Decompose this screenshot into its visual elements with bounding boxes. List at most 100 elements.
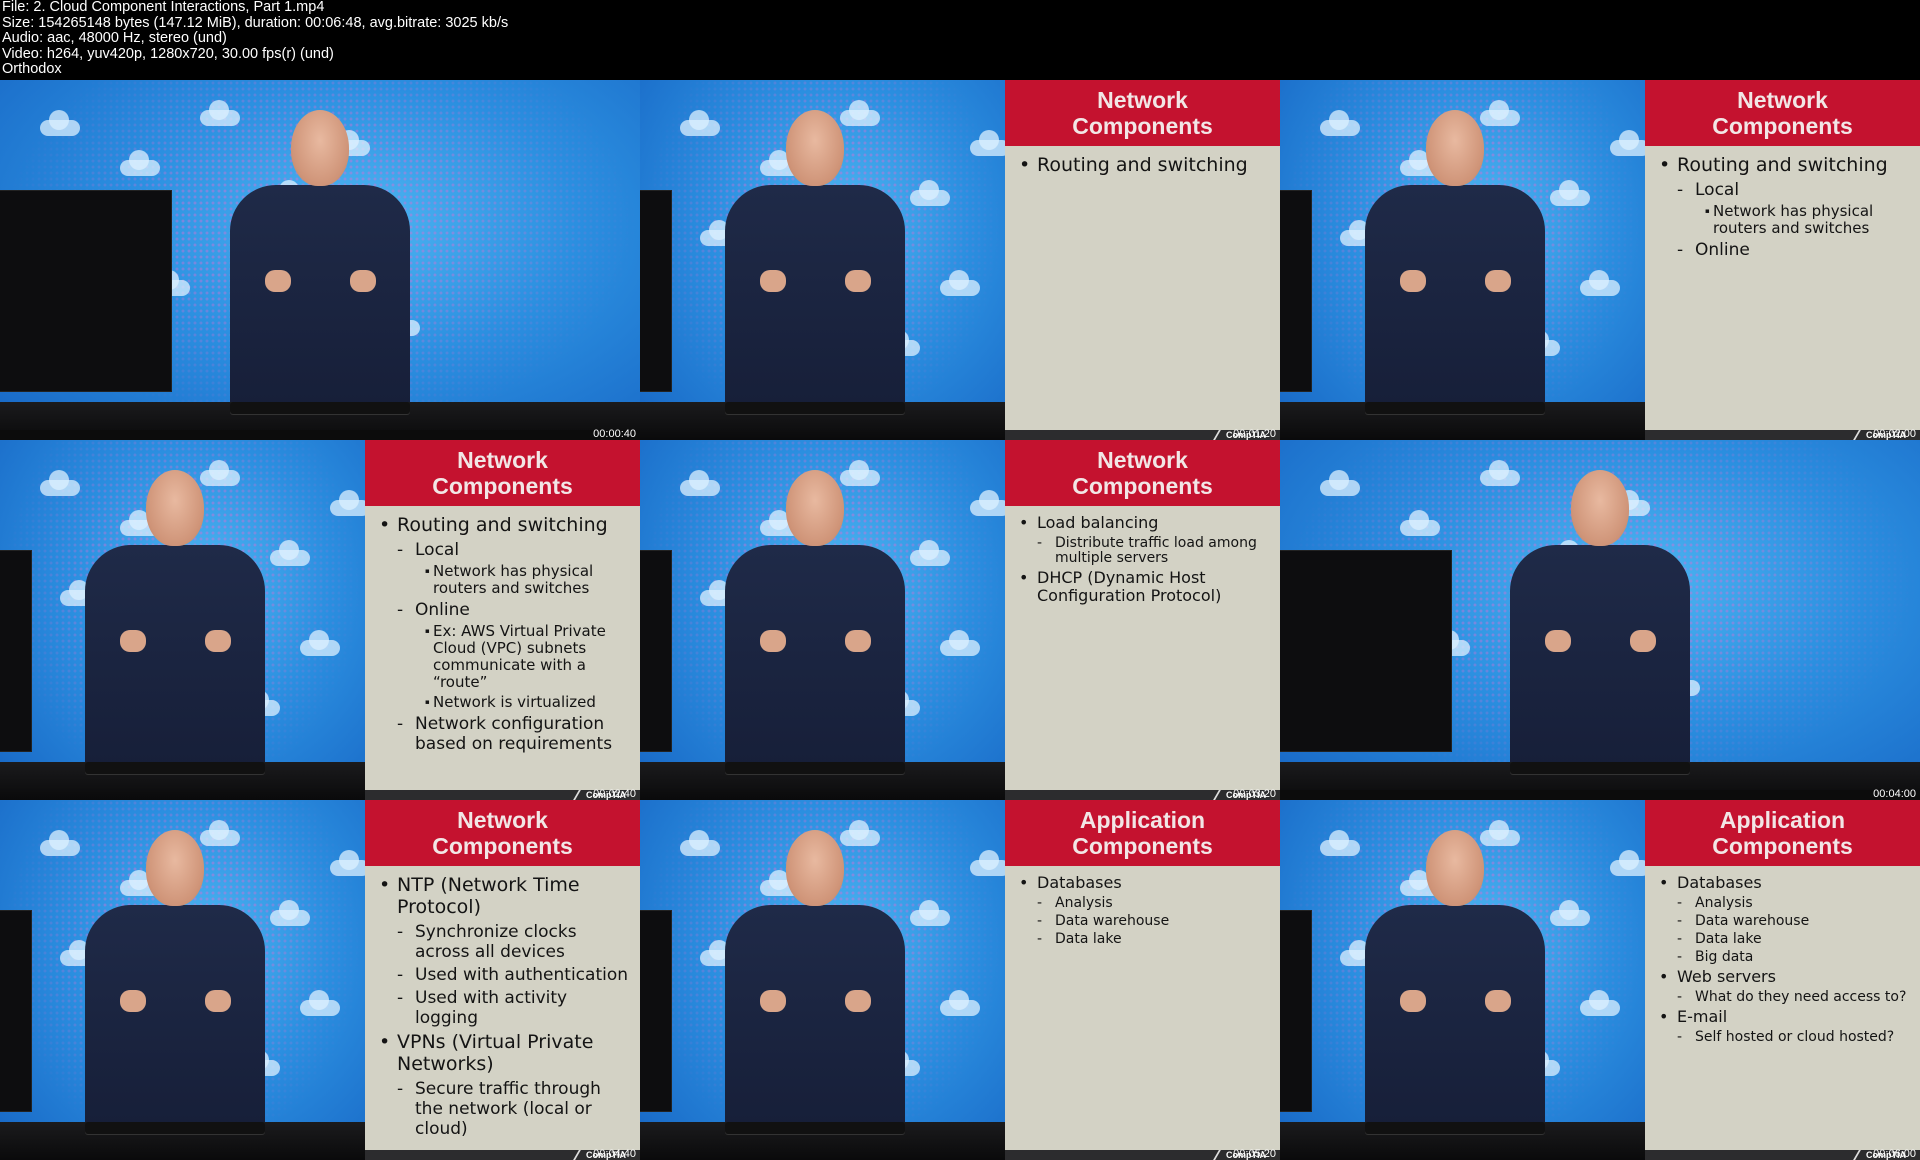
presenter-hand (760, 270, 787, 292)
slide-bullet-level-1: VPNs (Virtual Private Networks) (379, 1031, 632, 1075)
presenter-hand (205, 990, 232, 1012)
slide-bullet-level-2: Local (379, 540, 632, 560)
footer-slash-icon (1853, 430, 1861, 440)
video-frame-thumbnail[interactable]: NetworkComponents Routing and switching Lo… (0, 440, 640, 800)
video-info: Video: h264, yuv420p, 1280x720, 30.00 fp… (2, 45, 334, 62)
slide-bullet-level-3: Network has physical routers and switche… (1659, 203, 1912, 237)
presenter-hand (1485, 990, 1512, 1012)
slide-bullet-list: Databases Analysis Data warehouse Data lake… (1645, 866, 1920, 1046)
slide-bullet-level-1: Routing and switching (1659, 154, 1912, 176)
file-info-header: File: 2. Cloud Component Interactions, P… (0, 0, 1920, 80)
slide-bullet-level-1: Web servers (1659, 968, 1912, 987)
presenter (640, 80, 1005, 440)
footer-slash-icon (573, 790, 581, 800)
video-frame-thumbnail[interactable]: NetworkComponents Routing and switching Lo… (1280, 80, 1920, 440)
thumbnail-grid: 00:00:40NetworkComponentsRouting and swi… (0, 80, 1920, 1160)
presenter-scene (640, 800, 1005, 1160)
frame-timestamp: 00:02:40 (593, 788, 636, 800)
presenter-hand (1400, 990, 1427, 1012)
presenter-head (1426, 830, 1485, 906)
presenter-hand (845, 990, 872, 1012)
slide-title-line: Network (1097, 447, 1188, 473)
presenter-hand (845, 270, 872, 292)
keyboard (725, 762, 906, 774)
slide-bullet-level-1: NTP (Network Time Protocol) (379, 874, 632, 918)
presenter-scene (1280, 80, 1645, 440)
slide-bullet-level-2: Self hosted or cloud hosted? (1659, 1030, 1912, 1046)
slide-bullet-level-2: What do they need access to? (1659, 990, 1912, 1006)
frame-timestamp: 00:00:40 (593, 428, 636, 440)
slide-title-line: Components (1712, 113, 1853, 139)
footer-slash-icon (573, 1150, 581, 1160)
video-frame-thumbnail[interactable]: ApplicationComponentsDatabasesAnalysisDa… (1280, 800, 1920, 1160)
presenter-scene (1280, 800, 1645, 1160)
keyboard (725, 1122, 906, 1134)
presenter-head (291, 110, 349, 186)
slide-bullet-level-2: Data lake (1019, 932, 1272, 948)
presenter-head (786, 470, 845, 546)
slide-title: Application Components (1645, 800, 1920, 866)
slide-bullet-level-2: Data lake (1659, 932, 1912, 948)
frame-bottom-strip (0, 430, 640, 440)
slide-bullet-level-1: Databases (1019, 874, 1272, 893)
presenter-hand (205, 630, 232, 652)
slide-bullet-level-2: Synchronize clocks across all devices (379, 922, 632, 962)
video-frame-thumbnail[interactable]: NetworkComponentsNTP (Network Time Proto… (0, 800, 640, 1160)
computer-monitor (640, 910, 672, 1112)
presenter-hand (265, 270, 291, 292)
presenter-hand (350, 270, 376, 292)
presenter-scene (0, 800, 365, 1160)
slide-bullet-level-2: Data warehouse (1659, 914, 1912, 930)
keyboard (1510, 762, 1690, 774)
presenter-hand (120, 990, 147, 1012)
slide-bullet-level-3: Ex: AWS Virtual Private Cloud (VPC) subn… (379, 623, 632, 691)
keyboard (85, 1122, 266, 1134)
presenter (640, 800, 1005, 1160)
frame-timestamp: 00:05:20 (1233, 1148, 1276, 1160)
frame-timestamp: 00:06:00 (1873, 1148, 1916, 1160)
computer-monitor (1280, 550, 1452, 752)
keyboard (1365, 402, 1546, 414)
slide-bullet-level-2: Big data (1659, 950, 1912, 966)
frame-timestamp: 00:01:20 (1233, 428, 1276, 440)
slide-bullet-level-1: Routing and switching (379, 514, 632, 536)
video-frame-thumbnail[interactable]: NetworkComponents Routing and switching Co… (640, 80, 1280, 440)
presenter-hand (760, 630, 787, 652)
slide-bullet-level-1: DHCP (Dynamic Host Configuration Protoco… (1019, 569, 1272, 605)
slide-title-line: Application (1719, 807, 1846, 833)
computer-monitor (0, 550, 32, 752)
slide-bullet-list: Routing and switching Local Network has ph… (1645, 146, 1920, 260)
slide-bullet-level-2: Analysis (1659, 896, 1912, 912)
slide-bullet-list: Load balancing Distribute traffic load am… (1005, 506, 1280, 605)
slide-bullet-level-2: Analysis (1019, 896, 1272, 912)
frame-timestamp: 00:02:00 (1873, 428, 1916, 440)
video-frame-thumbnail[interactable]: NetworkComponents Load balancing Distribut… (640, 440, 1280, 800)
video-frame-thumbnail[interactable]: ApplicationComponentsDatabasesAnalysisDa… (640, 800, 1280, 1160)
video-frame-thumbnail[interactable]: 00:00:40 (0, 80, 640, 440)
video-frame-thumbnail[interactable]: 00:04:00 (1280, 440, 1920, 800)
slide-bullet-level-1: E-mail (1659, 1008, 1912, 1027)
slide-title-line: Network (457, 807, 548, 833)
lecture-slide: NetworkComponents Routing and switching Co… (1005, 80, 1280, 440)
slide-bullet-level-3: Network has physical routers and switche… (379, 563, 632, 597)
presenter (1280, 80, 1645, 440)
slide-bullet-level-1: Databases (1659, 874, 1912, 893)
frame-timestamp: 00:04:00 (1873, 788, 1916, 800)
computer-monitor (640, 550, 672, 752)
slide-title: Network Components (1005, 440, 1280, 506)
slide-bullet-level-1: Load balancing (1019, 514, 1272, 533)
lecture-slide: ApplicationComponentsDatabasesAnalysisDa… (1005, 800, 1280, 1160)
keyboard (1365, 1122, 1546, 1134)
presenter-scene (0, 80, 640, 440)
presenter-head (1571, 470, 1629, 546)
presenter-scene (640, 80, 1005, 440)
slide-bullet-list: Routing and switching (1005, 146, 1280, 176)
frame-bottom-strip (1280, 790, 1920, 800)
slide-bullet-level-2: Network configuration based on requireme… (379, 714, 632, 754)
computer-monitor (0, 910, 32, 1112)
slide-title-line: Network (457, 447, 548, 473)
slide-title-line: Components (1072, 833, 1213, 859)
computer-monitor (640, 190, 672, 392)
presenter-hand (1485, 270, 1512, 292)
slide-bullet-list: NTP (Network Time Protocol)Synchronize c… (365, 866, 640, 1139)
